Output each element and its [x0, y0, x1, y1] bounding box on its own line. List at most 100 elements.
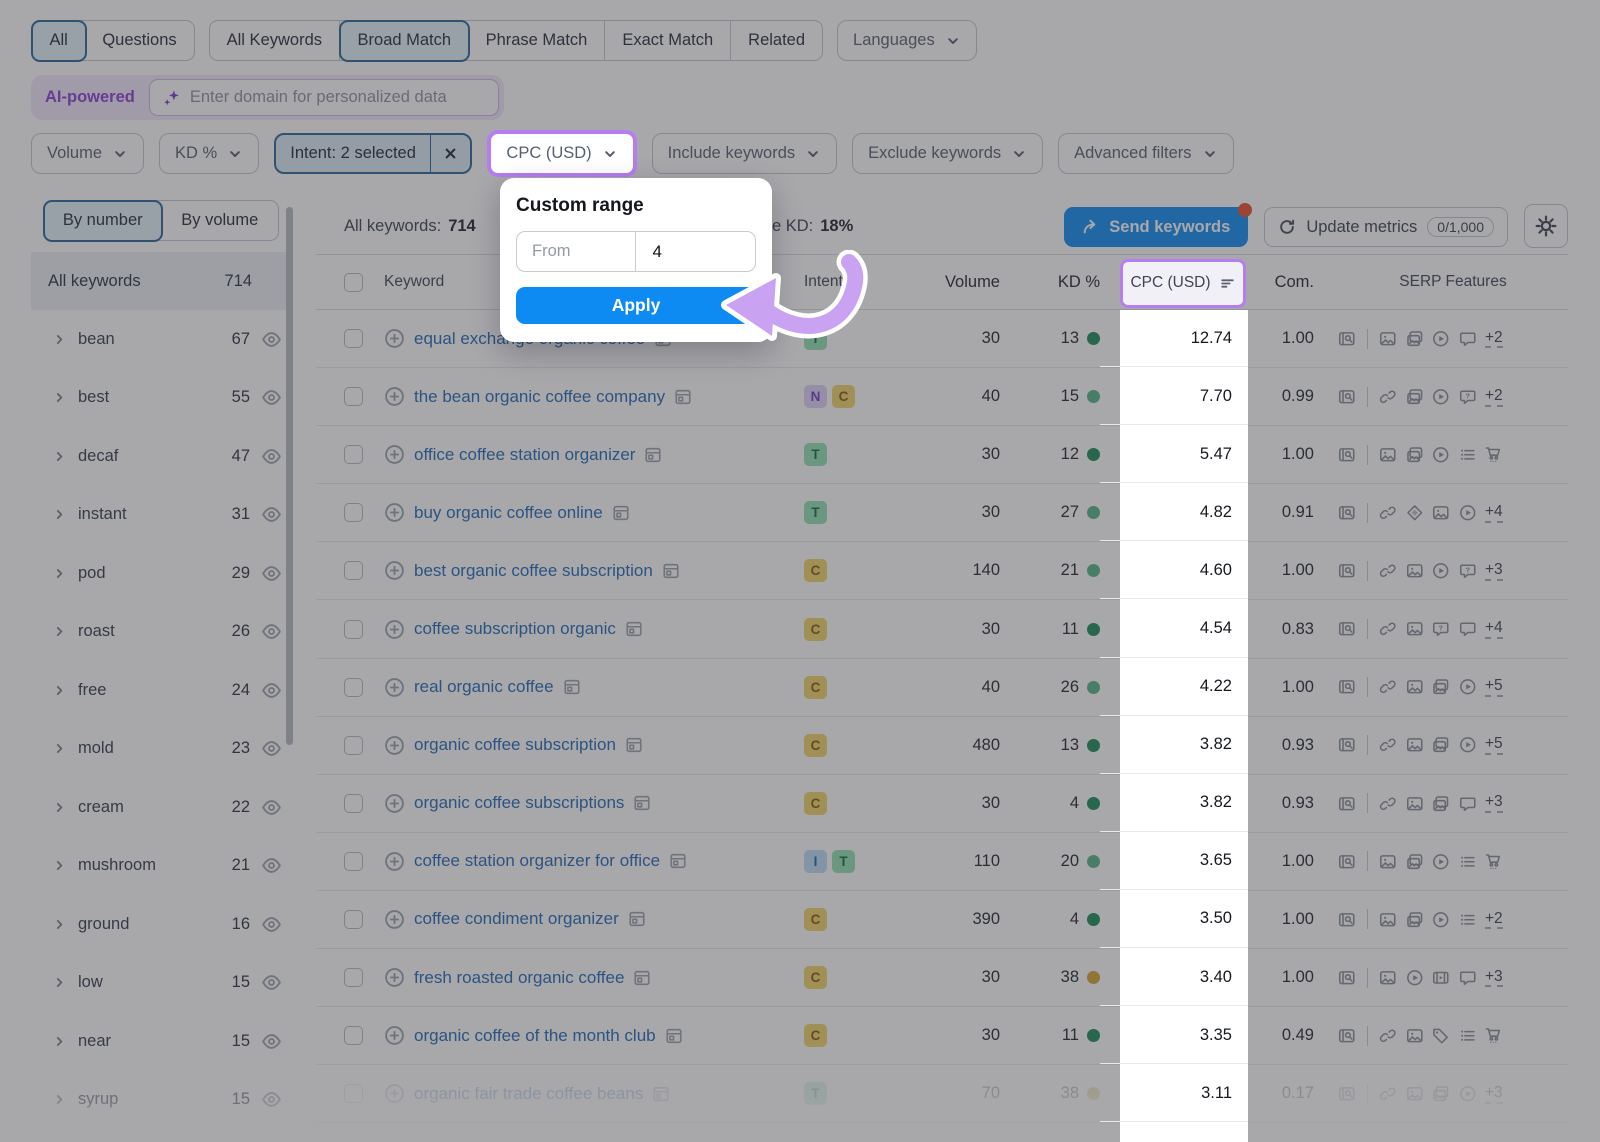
serp-snapshot-icon[interactable]	[633, 794, 651, 812]
add-keyword-icon[interactable]	[384, 560, 405, 581]
row-checkbox[interactable]	[344, 329, 363, 348]
row-checkbox[interactable]	[344, 852, 363, 871]
keyword-link[interactable]: real organic coffee	[414, 677, 554, 697]
sidebar-group-cream[interactable]: cream22	[31, 778, 292, 837]
competition-column-header[interactable]: Com.	[1275, 273, 1314, 292]
serp-more-link[interactable]: +3	[1485, 968, 1503, 988]
add-keyword-icon[interactable]	[384, 444, 405, 465]
sort-by-volume-tab[interactable]: By volume	[162, 201, 279, 240]
eye-icon[interactable]	[261, 1031, 282, 1052]
serp-snapshot-icon[interactable]	[662, 562, 680, 580]
add-keyword-icon[interactable]	[384, 909, 405, 930]
intent-column-header[interactable]: Intent	[804, 273, 843, 291]
add-keyword-icon[interactable]	[384, 328, 405, 349]
tab-phrase-match[interactable]: Phrase Match	[469, 21, 606, 60]
row-checkbox[interactable]	[344, 794, 363, 813]
keyword-link[interactable]: organic coffee of the month club	[414, 1026, 656, 1046]
apply-button[interactable]: Apply	[516, 287, 756, 324]
languages-dropdown[interactable]: Languages	[837, 20, 977, 61]
tab-questions[interactable]: Questions	[85, 21, 193, 60]
serp-snapshot-icon[interactable]	[665, 1027, 683, 1045]
add-keyword-icon[interactable]	[384, 1083, 405, 1104]
serp-more-link[interactable]: +5	[1485, 677, 1503, 697]
row-checkbox[interactable]	[344, 387, 363, 406]
sidebar-group-instant[interactable]: instant31	[31, 486, 292, 545]
row-checkbox[interactable]	[344, 1026, 363, 1045]
intent-filter[interactable]: Intent: 2 selected	[274, 133, 472, 174]
sidebar-all-keywords[interactable]: All keywords 714	[31, 252, 292, 310]
add-keyword-icon[interactable]	[384, 1025, 405, 1046]
eye-icon[interactable]	[261, 855, 282, 876]
serp-snapshot-icon[interactable]	[674, 388, 692, 406]
kd-filter[interactable]: KD %	[159, 133, 259, 174]
add-keyword-icon[interactable]	[384, 502, 405, 523]
eye-icon[interactable]	[261, 621, 282, 642]
add-keyword-icon[interactable]	[384, 386, 405, 407]
row-checkbox[interactable]	[344, 968, 363, 987]
add-keyword-icon[interactable]	[384, 793, 405, 814]
row-checkbox[interactable]	[344, 736, 363, 755]
keyword-link[interactable]: organic coffee subscriptions	[414, 793, 624, 813]
select-all-checkbox[interactable]	[344, 273, 363, 292]
cpc-from-input[interactable]: From	[517, 232, 636, 271]
sidebar-scrollbar[interactable]	[286, 207, 293, 745]
eye-icon[interactable]	[261, 446, 282, 467]
keyword-link[interactable]: coffee subscription organic	[414, 619, 616, 639]
eye-icon[interactable]	[261, 680, 282, 701]
serp-snapshot-icon[interactable]	[652, 1085, 670, 1103]
serp-snapshot-icon[interactable]	[612, 504, 630, 522]
keyword-link[interactable]: buy organic coffee online	[414, 503, 603, 523]
row-checkbox[interactable]	[344, 561, 363, 580]
serp-more-link[interactable]: +5	[1485, 735, 1503, 755]
advanced-filters[interactable]: Advanced filters	[1058, 133, 1233, 174]
row-checkbox[interactable]	[344, 620, 363, 639]
keyword-link[interactable]: office coffee station organizer	[414, 445, 635, 465]
serp-snapshot-icon[interactable]	[644, 446, 662, 464]
sidebar-group-syrup[interactable]: syrup15	[31, 1071, 292, 1130]
row-checkbox[interactable]	[344, 503, 363, 522]
exclude-keywords-filter[interactable]: Exclude keywords	[852, 133, 1043, 174]
sidebar-group-mold[interactable]: mold23	[31, 720, 292, 779]
serp-more-link[interactable]: +2	[1485, 910, 1503, 930]
keyword-link[interactable]: coffee condiment organizer	[414, 909, 619, 929]
eye-icon[interactable]	[261, 329, 282, 350]
keyword-link[interactable]: the bean organic coffee company	[414, 387, 665, 407]
eye-icon[interactable]	[261, 914, 282, 935]
row-checkbox[interactable]	[344, 678, 363, 697]
serp-snapshot-icon[interactable]	[633, 969, 651, 987]
update-metrics-button[interactable]: Update metrics 0/1,000	[1264, 207, 1508, 247]
row-checkbox[interactable]	[344, 445, 363, 464]
row-checkbox[interactable]	[344, 910, 363, 929]
sidebar-group-near[interactable]: near15	[31, 1012, 292, 1071]
serp-more-link[interactable]: +3	[1485, 561, 1503, 581]
serp-snapshot-icon[interactable]	[563, 678, 581, 696]
eye-icon[interactable]	[261, 972, 282, 993]
sidebar-group-pod[interactable]: pod29	[31, 544, 292, 603]
add-keyword-icon[interactable]	[384, 735, 405, 756]
add-keyword-icon[interactable]	[384, 851, 405, 872]
sidebar-group-mushroom[interactable]: mushroom21	[31, 837, 292, 896]
keyword-link[interactable]: organic fair trade coffee beans	[414, 1084, 643, 1104]
cpc-filter[interactable]: CPC (USD)	[487, 130, 636, 177]
serp-snapshot-icon[interactable]	[625, 736, 643, 754]
serp-more-link[interactable]: +3	[1485, 793, 1503, 813]
serp-snapshot-icon[interactable]	[628, 910, 646, 928]
sort-by-number-tab[interactable]: By number	[43, 200, 164, 242]
serp-snapshot-icon[interactable]	[625, 620, 643, 638]
tab-broad-match[interactable]: Broad Match	[339, 20, 471, 62]
serp-snapshot-icon[interactable]	[669, 852, 687, 870]
eye-icon[interactable]	[261, 387, 282, 408]
volume-filter[interactable]: Volume	[31, 133, 144, 174]
eye-icon[interactable]	[261, 738, 282, 759]
tab-all[interactable]: All	[31, 20, 87, 62]
domain-input[interactable]: Enter domain for personalized data	[149, 79, 499, 116]
serp-more-link[interactable]: +2	[1485, 329, 1503, 349]
eye-icon[interactable]	[261, 1089, 282, 1110]
serp-more-link[interactable]: +4	[1485, 619, 1503, 639]
intent-filter-clear[interactable]	[431, 135, 470, 172]
sidebar-group-free[interactable]: free24	[31, 661, 292, 720]
row-checkbox[interactable]	[344, 1084, 363, 1103]
include-keywords-filter[interactable]: Include keywords	[652, 133, 837, 174]
keyword-column-header[interactable]: Keyword	[384, 273, 444, 291]
tab-exact-match[interactable]: Exact Match	[605, 21, 731, 60]
